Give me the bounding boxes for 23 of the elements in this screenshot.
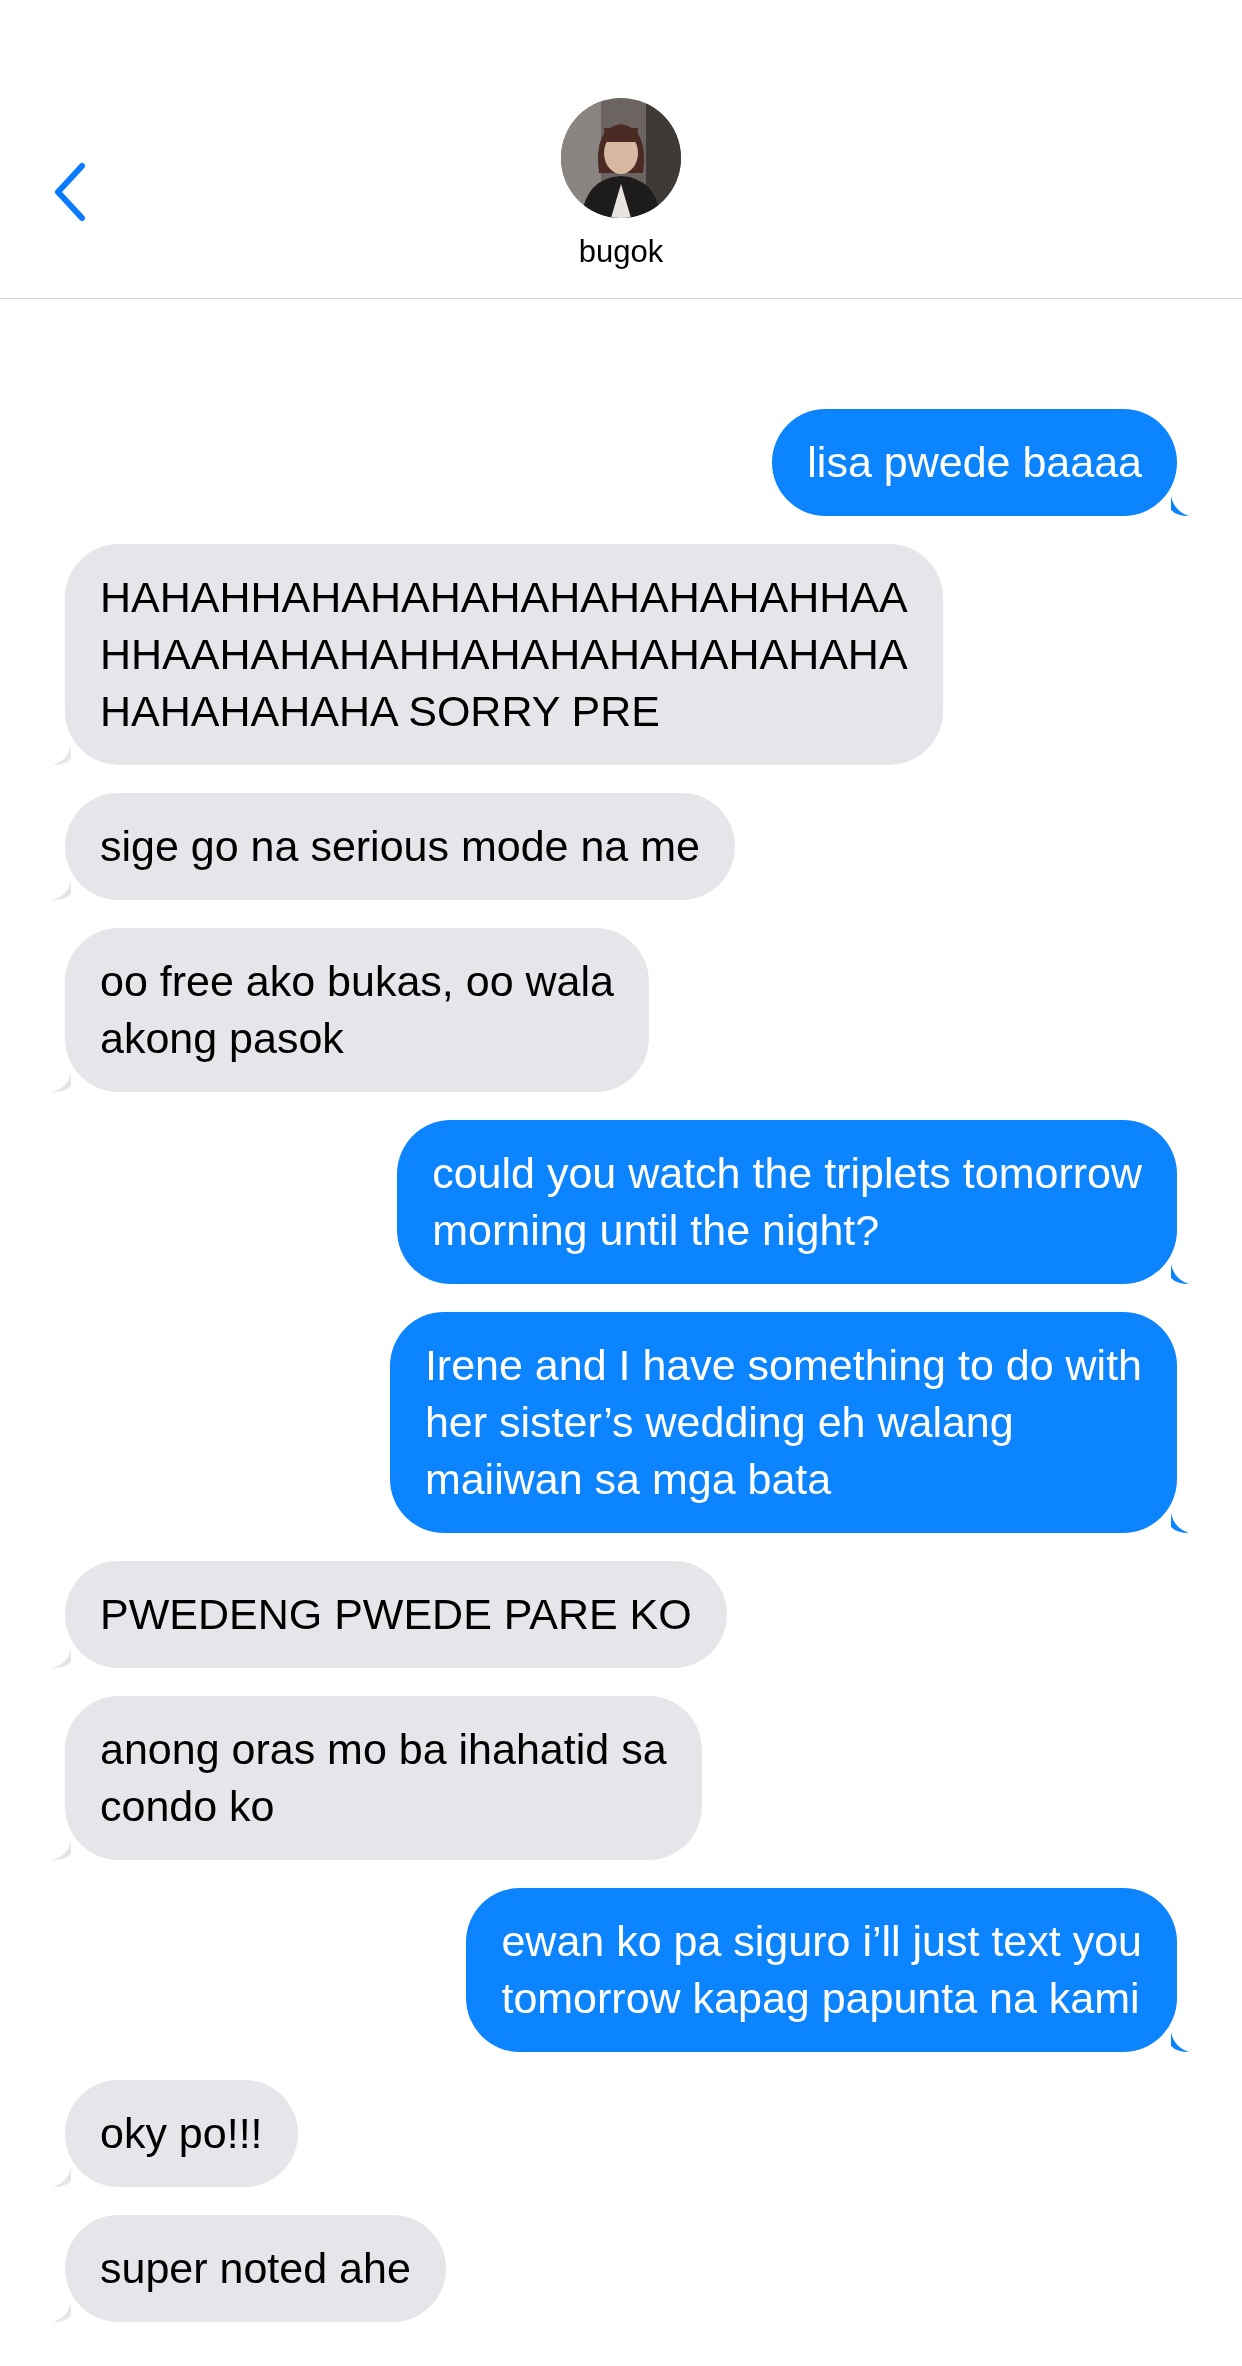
received-message-bubble: anong oras mo ba ihahatid sa condo ko	[65, 1696, 702, 1860]
bubble-tail-icon	[1171, 496, 1189, 516]
sent-message-bubble: could you watch the triplets tomorrow morning until the night?	[397, 1120, 1177, 1284]
bubble-tail-icon	[53, 2302, 71, 2322]
bubble-tail-icon	[53, 880, 71, 900]
bubble-tail-icon	[53, 745, 71, 765]
received-message-bubble: super noted ahe	[65, 2215, 446, 2322]
received-message-bubble: oky po!!!	[65, 2080, 298, 2187]
received-message-bubble: oo free ako bukas, oo wala akong pasok	[65, 928, 649, 1092]
received-message-bubble: HAHAHHAHAHAHAHAHAHAHAHAHHAA HHAAHAHAHAHHAHAHAHAHAHAHAHA HAHAHAHAHA SORRY PRE	[65, 544, 943, 765]
contact-name: bugok	[578, 234, 664, 270]
bubble-tail-icon	[53, 1840, 71, 1860]
bubble-tail-icon	[53, 1648, 71, 1668]
bubble-tail-icon	[1171, 1513, 1189, 1533]
bubble-tail-icon	[1171, 2032, 1189, 2052]
bubble-tail-icon	[1171, 1264, 1189, 1284]
bubble-tail-icon	[53, 2167, 71, 2187]
received-message-bubble: PWEDENG PWEDE PARE KO	[65, 1561, 727, 1668]
bubble-tail-icon	[53, 1072, 71, 1092]
sent-message-bubble: Irene and I have something to do with her sister’s wedding eh walang maiiwan sa mga bata	[389, 1312, 1177, 1533]
received-message-bubble: sige go na serious mode na me	[65, 793, 735, 900]
sent-message-bubble: ewan ko pa siguro i’ll just text you tomorrow kapag papunta na kami	[466, 1888, 1177, 2052]
sent-message-bubble: lisa pwede baaaa	[772, 409, 1177, 516]
